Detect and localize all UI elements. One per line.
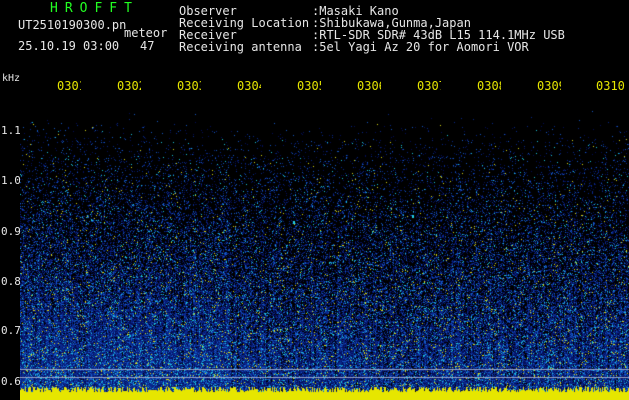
time-tick-0306: 0306 <box>357 80 381 92</box>
y-axis-unit: kHz <box>2 73 21 84</box>
y-tick-0-8: 0.8 <box>1 275 21 288</box>
spectrogram-plot <box>20 94 629 400</box>
time-tick-0304: 0304 <box>237 80 261 92</box>
time-tick-0301: 0301 <box>57 80 81 92</box>
time-tick-0307: 0307 <box>417 80 441 92</box>
app-title: HROFFT <box>50 1 139 16</box>
antenna-value: :5el Yagi Az 20 for Aomori VOR <box>312 40 529 54</box>
time-tick-0308: 0308 <box>477 80 501 92</box>
time-tick-0305: 0305 <box>297 80 321 92</box>
antenna-label: Receiving antenna <box>179 40 302 54</box>
y-tick-1-1: 1.1 <box>1 124 21 137</box>
file-name: UT2510190300.pn <box>18 18 127 32</box>
y-tick-0-7: 0.7 <box>1 324 21 337</box>
meteor-count: 47 <box>140 39 155 53</box>
time-tick-0309: 0309 <box>537 80 561 92</box>
plot-type-label: meteor <box>124 26 168 40</box>
y-tick-0-6: 0.6 <box>1 375 21 388</box>
time-tick-0302: 0302 <box>117 80 141 92</box>
time-tick-0303: 0303 <box>177 80 201 92</box>
timestamp: 25.10.19 03:00 <box>18 39 120 53</box>
y-tick-1-0: 1.0 <box>1 174 21 187</box>
time-tick-0310: 0310 <box>596 80 625 92</box>
y-tick-0-9: 0.9 <box>1 225 21 238</box>
